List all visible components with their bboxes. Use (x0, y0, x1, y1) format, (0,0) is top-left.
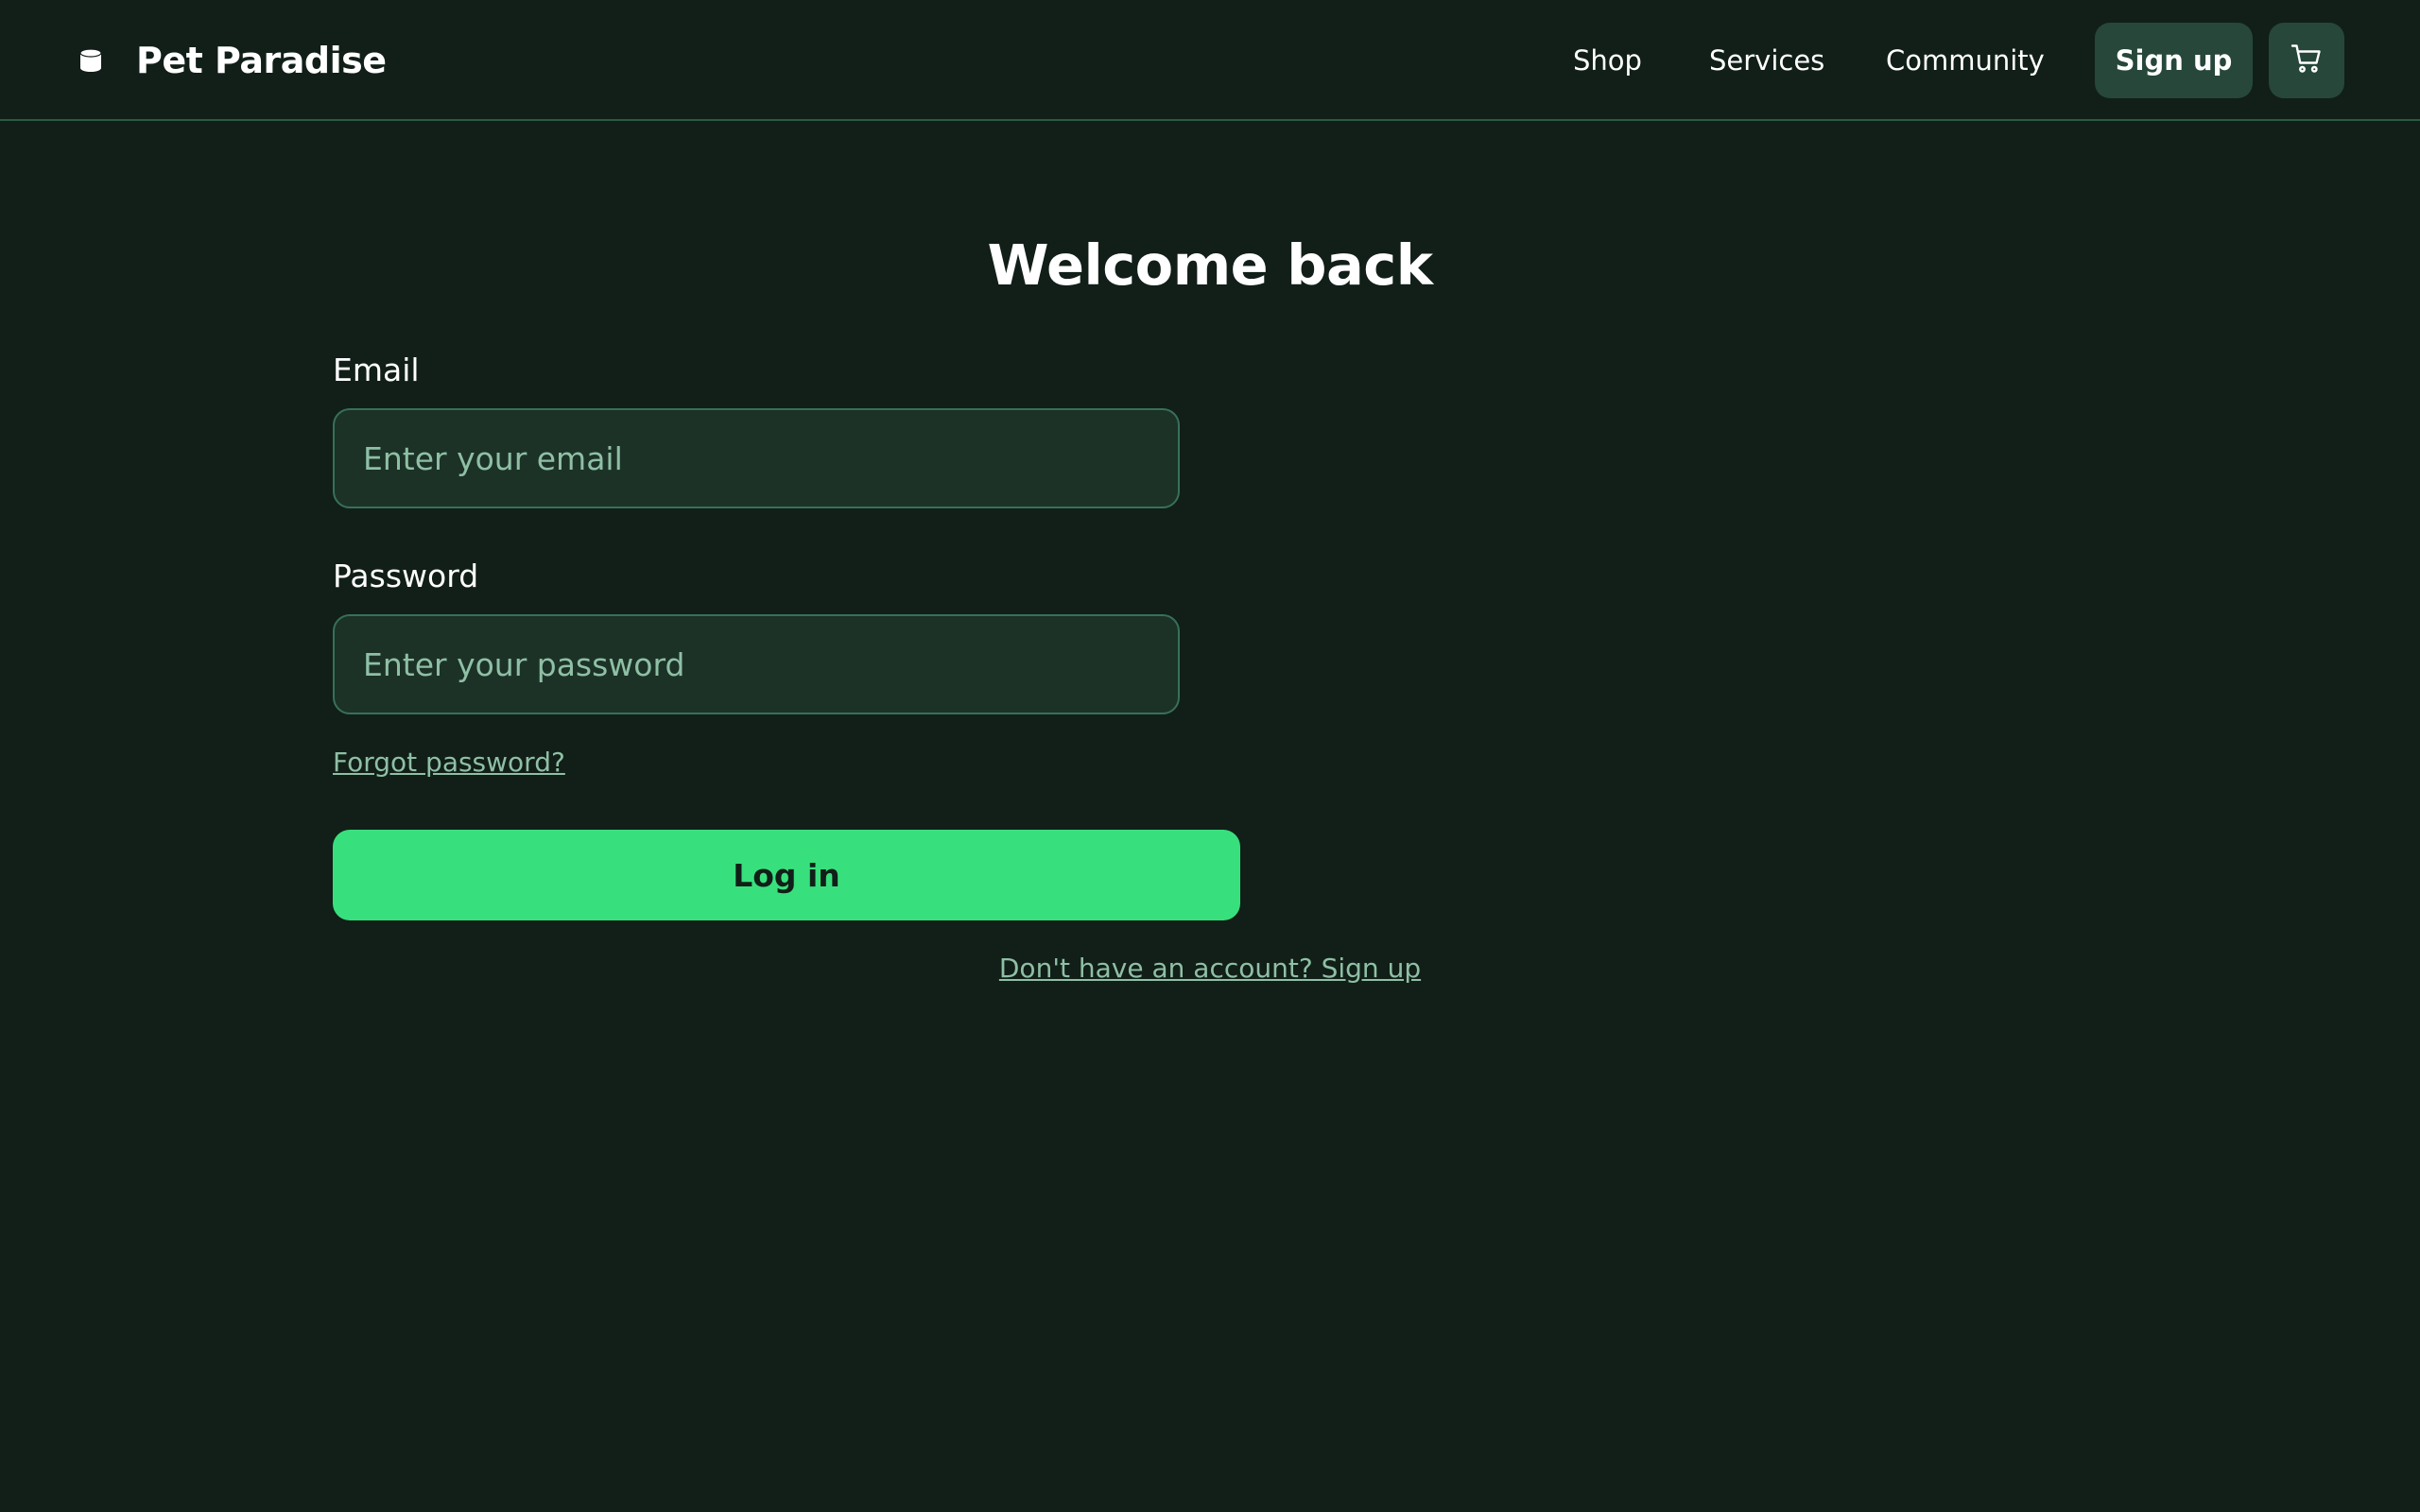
signup-link[interactable]: Don't have an account? Sign up (999, 953, 1421, 984)
password-label: Password (333, 558, 479, 594)
forgot-password-link[interactable]: Forgot password? (333, 747, 565, 778)
signup-prompt: Don't have an account? Sign up (0, 953, 2420, 984)
nav-link-services[interactable]: Services (1709, 38, 1824, 83)
email-label: Email (333, 352, 420, 388)
database-icon (78, 47, 104, 74)
brand-name: Pet Paradise (136, 40, 387, 81)
nav-link-shop[interactable]: Shop (1573, 38, 1642, 83)
top-nav-bar: Pet Paradise Shop Services Community Sig… (0, 0, 2420, 121)
page-title: Welcome back (987, 232, 1433, 298)
nav-link-community[interactable]: Community (1886, 38, 2045, 83)
login-button[interactable]: Log in (333, 830, 1240, 920)
password-field[interactable] (333, 614, 1180, 714)
cart-button[interactable] (2269, 23, 2344, 98)
email-field[interactable] (333, 408, 1180, 508)
brand[interactable]: Pet Paradise (78, 38, 387, 83)
signup-button[interactable]: Sign up (2095, 23, 2253, 98)
shopping-cart-icon (2290, 42, 2324, 79)
